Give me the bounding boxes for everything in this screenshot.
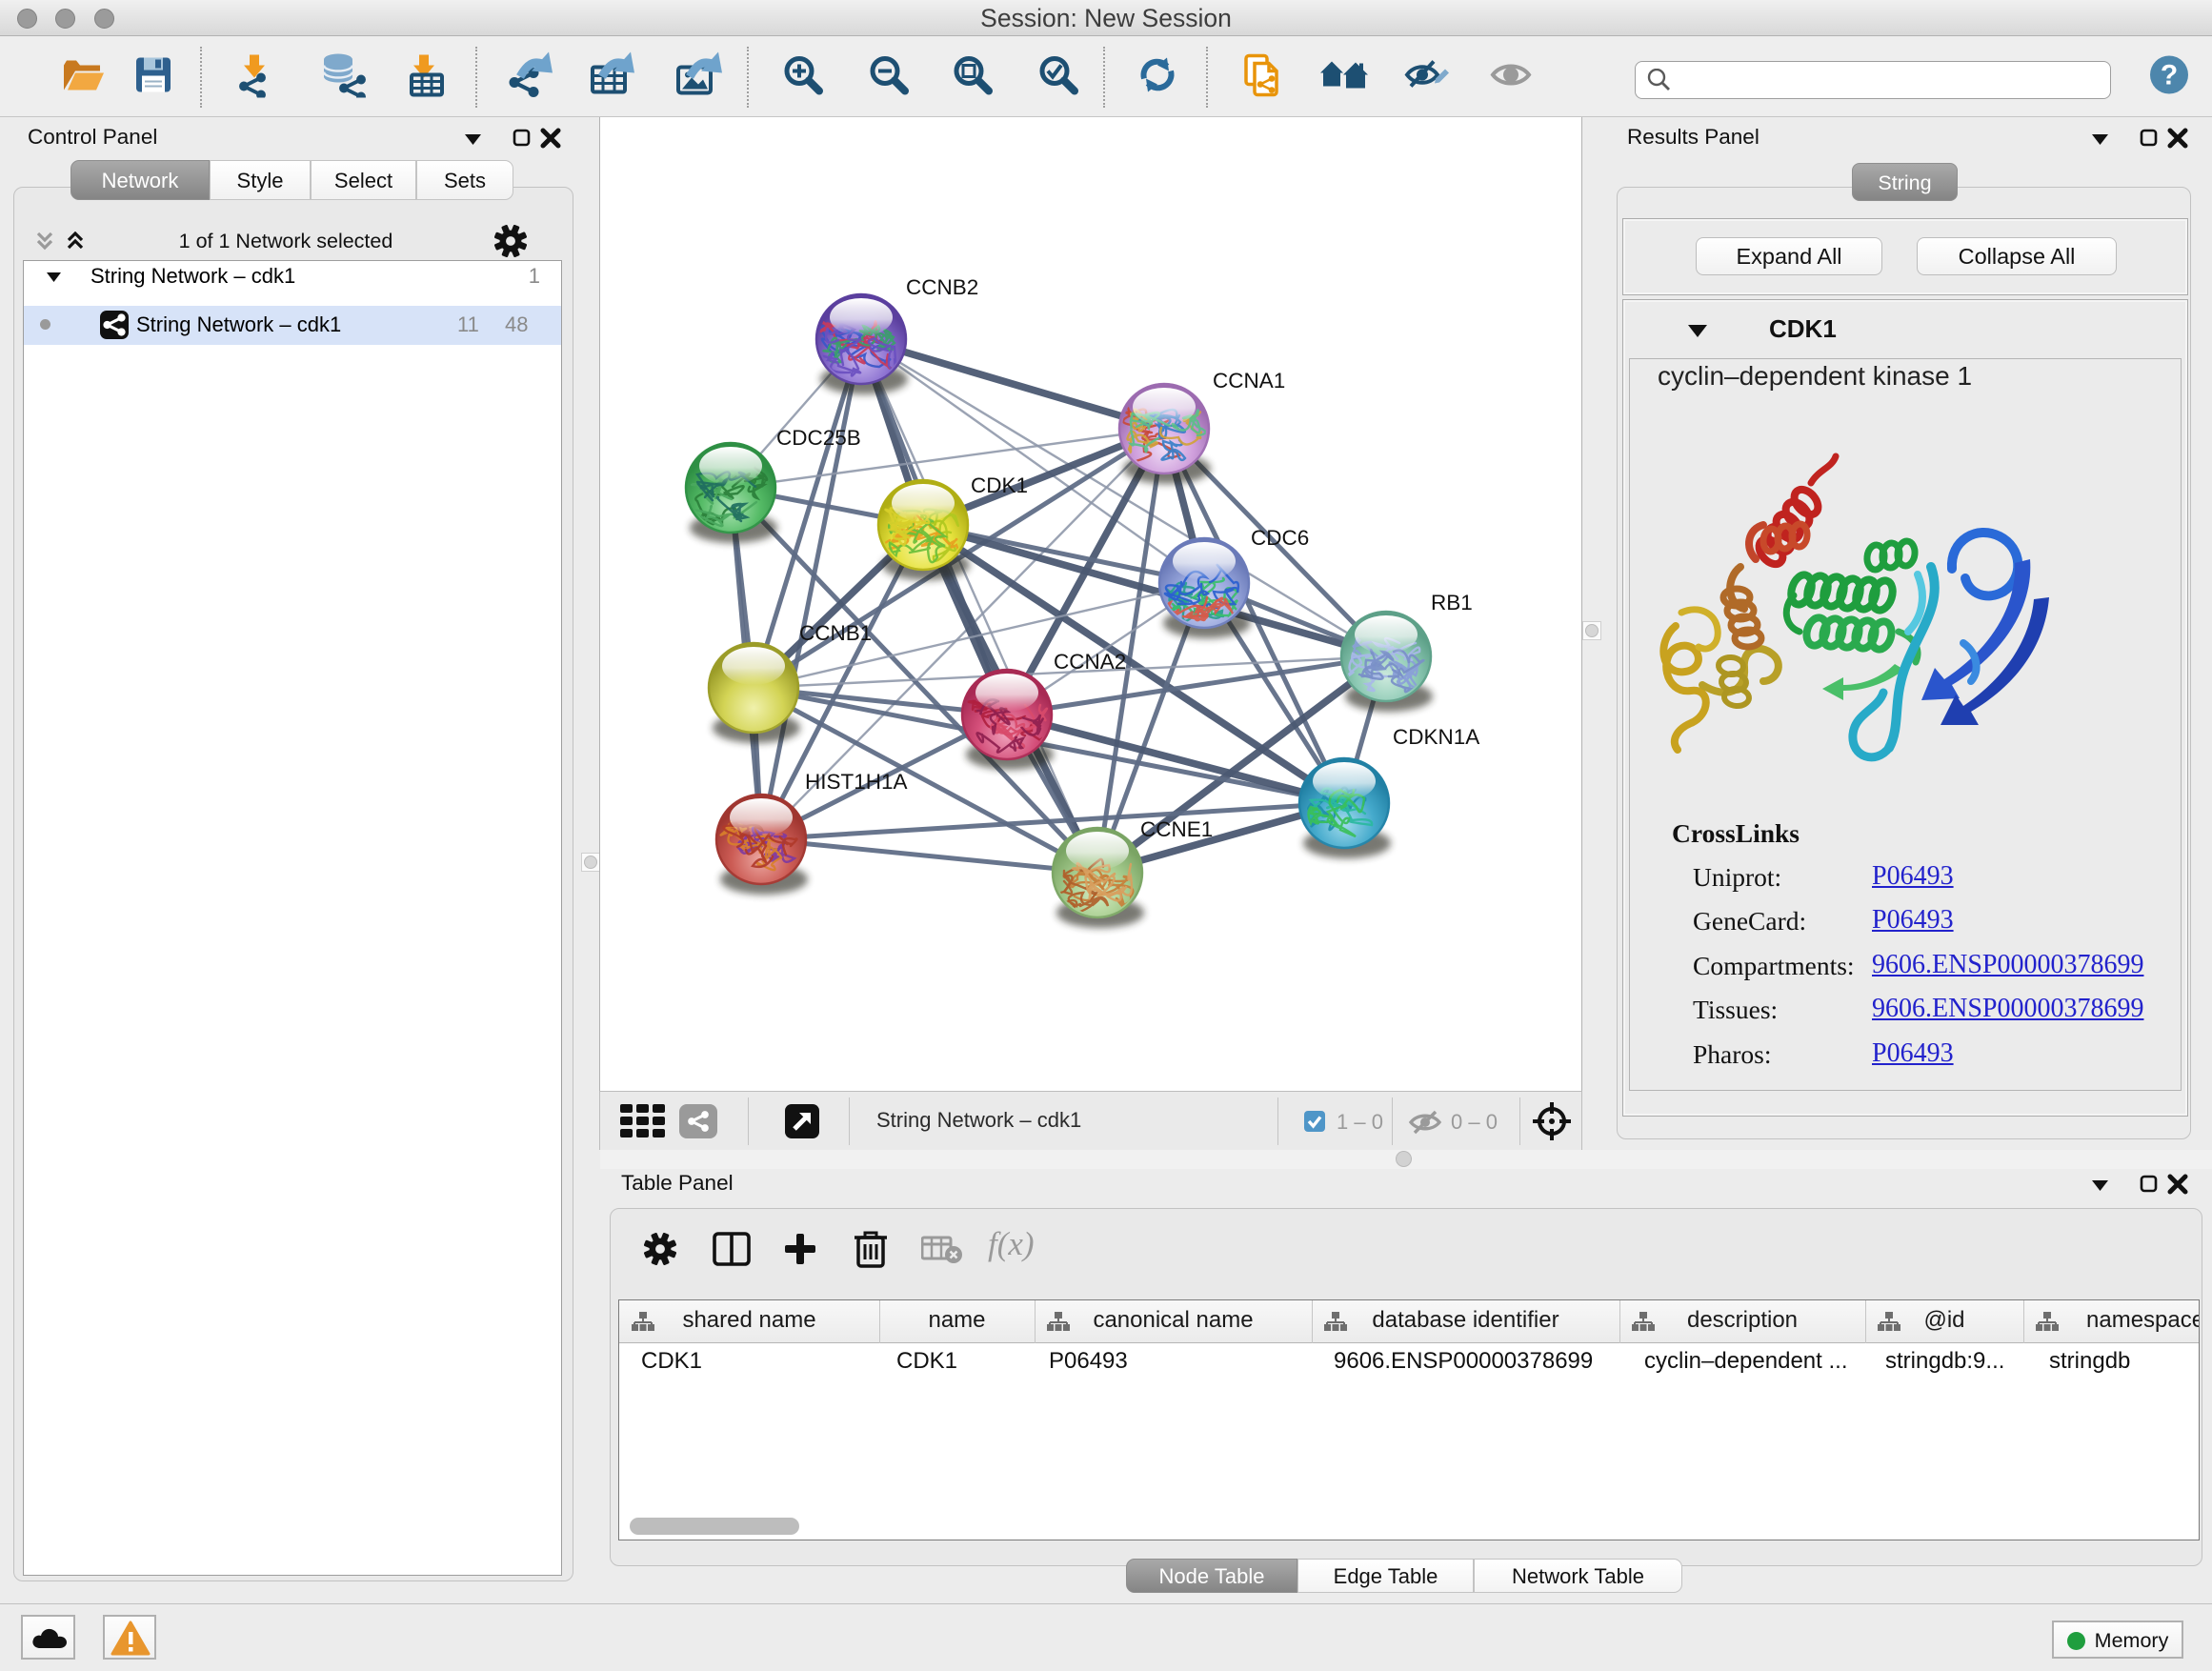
svg-text:?: ? — [2161, 59, 2178, 91]
svg-text:HIST1H1A: HIST1H1A — [805, 770, 908, 794]
svg-text:CCNB2: CCNB2 — [906, 275, 978, 299]
svg-text:CDC25B: CDC25B — [776, 426, 861, 450]
svg-text:CCNB1: CCNB1 — [799, 621, 872, 645]
svg-text:CDK1: CDK1 — [971, 473, 1028, 497]
svg-text:CDC6: CDC6 — [1251, 526, 1309, 550]
svg-text:RB1: RB1 — [1431, 591, 1473, 614]
svg-text:CDKN1A: CDKN1A — [1393, 725, 1479, 749]
svg-text:CCNA1: CCNA1 — [1213, 369, 1285, 393]
svg-text:CCNE1: CCNE1 — [1140, 817, 1213, 841]
svg-text:CCNA2: CCNA2 — [1054, 650, 1126, 674]
